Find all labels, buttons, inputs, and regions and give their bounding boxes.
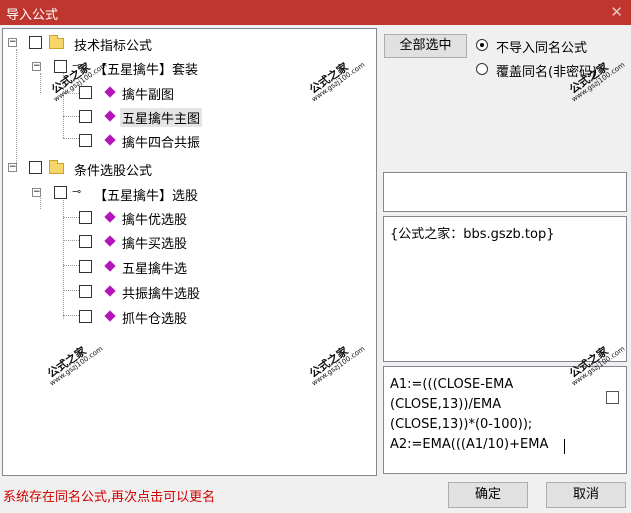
folder-icon xyxy=(49,160,64,174)
tree-node-label: 【五星擒牛】选股 xyxy=(94,189,199,204)
text-cursor xyxy=(564,439,565,454)
diamond-icon xyxy=(104,260,116,272)
tree-item[interactable]: 擒牛副图 xyxy=(3,81,263,103)
tree-node-label: 擒牛优选股 xyxy=(122,213,188,228)
tree-node-label: 条件选股公式 xyxy=(74,164,153,179)
formula-text: A1:=(((CLOSE-EMA (CLOSE,13))/EMA (CLOSE,… xyxy=(390,377,549,452)
tree-item[interactable]: 五星擒牛选 xyxy=(3,255,263,277)
tree-node-label: 擒牛买选股 xyxy=(122,237,188,252)
ok-button[interactable]: 确定 xyxy=(448,482,528,508)
tree-item[interactable]: 擒牛买选股 xyxy=(3,230,263,252)
tree-node-label: 抓牛仓选股 xyxy=(122,312,188,327)
tree-item[interactable]: 擒牛四合共振 xyxy=(3,129,263,151)
collapse-toggle[interactable]: − xyxy=(32,62,41,71)
tree-node-label: 擒牛副图 xyxy=(122,88,175,103)
tree-item[interactable]: 抓牛仓选股 xyxy=(3,305,263,327)
skip-duplicates-radio[interactable] xyxy=(476,39,488,51)
tree-checkbox[interactable] xyxy=(79,285,92,298)
close-icon[interactable]: ✕ xyxy=(610,3,623,21)
tree-checkbox[interactable] xyxy=(54,186,67,199)
diamond-icon xyxy=(104,211,116,223)
title-bar: 导入公式 ✕ xyxy=(0,0,631,25)
tree-checkbox[interactable] xyxy=(29,36,42,49)
formula-checkbox[interactable] xyxy=(606,391,619,404)
tree-node-label: 共振擒牛选股 xyxy=(122,287,201,302)
status-message: 系统存在同名公式,再次点击可以更名 xyxy=(3,490,216,505)
tree-item[interactable]: 共振擒牛选股 xyxy=(3,280,263,302)
tree-checkbox[interactable] xyxy=(79,110,92,123)
description-box: {公式之家：bbs.gszb.top} xyxy=(383,216,627,362)
diamond-icon xyxy=(104,285,116,297)
skip-duplicates-label: 不导入同名公式 xyxy=(496,41,588,56)
collapse-toggle[interactable]: − xyxy=(8,38,17,47)
folder-icon xyxy=(49,35,64,49)
cancel-button[interactable]: 取消 xyxy=(546,482,626,508)
tree-node-label: 五星擒牛选 xyxy=(122,262,188,277)
tree-group-set[interactable]: − ⊸ 【五星擒牛】套装 xyxy=(3,56,263,78)
tree-checkbox[interactable] xyxy=(79,260,92,273)
diamond-icon xyxy=(104,110,116,122)
tree-node-label: 五星擒牛主图 xyxy=(120,108,203,127)
tree-node-label: 技术指标公式 xyxy=(74,39,153,54)
tree-checkbox[interactable] xyxy=(79,310,92,323)
tree-item[interactable]: 擒牛优选股 xyxy=(3,206,263,228)
tree-checkbox[interactable] xyxy=(29,161,42,174)
tree-checkbox[interactable] xyxy=(79,134,92,147)
tree-group-picker[interactable]: − ⊸ 【五星擒牛】选股 xyxy=(3,182,263,204)
select-all-button[interactable]: 全部选中 xyxy=(384,34,467,58)
overwrite-duplicates-radio[interactable] xyxy=(476,63,488,75)
collapse-toggle[interactable]: − xyxy=(8,163,17,172)
tree-node-label: 擒牛四合共振 xyxy=(122,136,201,151)
description-text: {公式之家：bbs.gszb.top} xyxy=(390,227,555,242)
tree-checkbox[interactable] xyxy=(79,211,92,224)
collapse-toggle[interactable]: − xyxy=(32,188,41,197)
key-icon: ⊸ xyxy=(72,185,82,198)
password-field[interactable] xyxy=(383,172,627,212)
diamond-icon xyxy=(104,310,116,322)
window-title: 导入公式 xyxy=(6,8,59,23)
diamond-icon xyxy=(104,235,116,247)
tree-folder-conditional[interactable]: − 条件选股公式 xyxy=(3,157,203,179)
tree-item[interactable]: 五星擒牛主图 xyxy=(3,105,263,127)
tree-checkbox[interactable] xyxy=(79,235,92,248)
diamond-icon xyxy=(104,134,116,146)
